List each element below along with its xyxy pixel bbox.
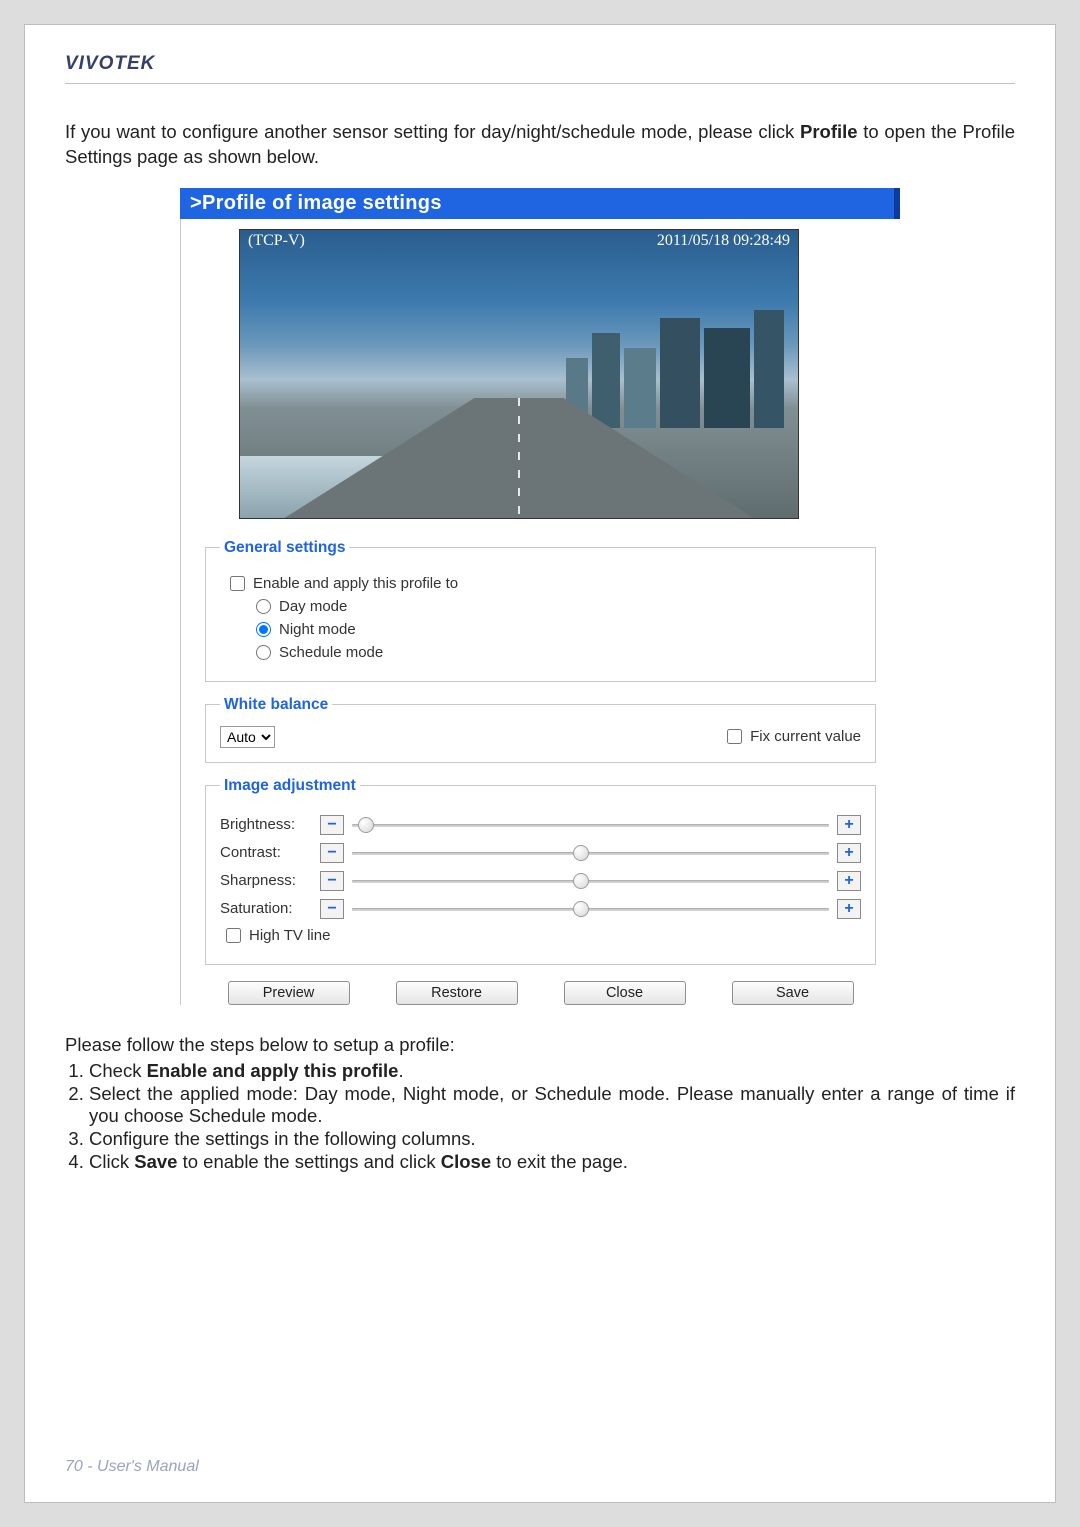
day-mode-label: Day mode xyxy=(279,598,347,615)
high-tv-line-checkbox[interactable] xyxy=(226,928,241,943)
slider-thumb[interactable] xyxy=(573,873,589,889)
intro-paragraph: If you want to configure another sensor … xyxy=(65,120,1015,170)
steps-list: Check Enable and apply this profile. Sel… xyxy=(89,1060,1015,1173)
night-mode-radio[interactable] xyxy=(256,622,271,637)
increment-button[interactable]: + xyxy=(837,871,861,891)
slider-label: Saturation: xyxy=(220,900,312,917)
slider-track[interactable] xyxy=(352,816,829,834)
slider-row: Brightness:− + xyxy=(220,815,861,835)
brand-logo: VIVOTEK xyxy=(65,53,155,74)
enable-profile-label: Enable and apply this profile to xyxy=(253,575,458,592)
step-4: Click Save to enable the settings and cl… xyxy=(89,1151,1015,1173)
image-adjustment-legend: Image adjustment xyxy=(220,777,360,795)
step-1: Check Enable and apply this profile. xyxy=(89,1060,1015,1082)
intro-text-before: If you want to configure another sensor … xyxy=(65,121,800,142)
schedule-mode-label: Schedule mode xyxy=(279,644,383,661)
decrement-button[interactable]: − xyxy=(320,843,344,863)
enable-profile-checkbox[interactable] xyxy=(230,576,245,591)
night-mode-label: Night mode xyxy=(279,621,356,638)
step-2: Select the applied mode: Day mode, Night… xyxy=(89,1083,1015,1127)
increment-button[interactable]: + xyxy=(837,899,861,919)
white-balance-legend: White balance xyxy=(220,696,332,714)
window-title: >Profile of image settings xyxy=(180,188,900,219)
slider-thumb[interactable] xyxy=(573,901,589,917)
slider-thumb[interactable] xyxy=(358,817,374,833)
decrement-button[interactable]: − xyxy=(320,899,344,919)
restore-button[interactable]: Restore xyxy=(396,981,518,1005)
slider-track[interactable] xyxy=(352,900,829,918)
step-3: Configure the settings in the following … xyxy=(89,1128,1015,1150)
slider-thumb[interactable] xyxy=(573,845,589,861)
overlay-timestamp: 2011/05/18 09:28:49 xyxy=(657,232,790,250)
save-button[interactable]: Save xyxy=(732,981,854,1005)
schedule-mode-radio[interactable] xyxy=(256,645,271,660)
profile-settings-screenshot: >Profile of image settings (TCP-V) 2011/… xyxy=(180,188,900,1005)
intro-bold-profile: Profile xyxy=(800,121,858,142)
fix-current-value-checkbox[interactable] xyxy=(727,729,742,744)
slider-row: Sharpness:− + xyxy=(220,871,861,891)
general-settings-legend: General settings xyxy=(220,539,349,557)
increment-button[interactable]: + xyxy=(837,815,861,835)
white-balance-group: White balance Auto Fix current value xyxy=(205,696,876,763)
slider-row: Saturation:− + xyxy=(220,899,861,919)
slider-row: Contrast:− + xyxy=(220,843,861,863)
steps-intro: Please follow the steps below to setup a… xyxy=(65,1033,1015,1058)
close-button[interactable]: Close xyxy=(564,981,686,1005)
decrement-button[interactable]: − xyxy=(320,815,344,835)
decrement-button[interactable]: − xyxy=(320,871,344,891)
slider-track[interactable] xyxy=(352,844,829,862)
slider-track[interactable] xyxy=(352,872,829,890)
slider-label: Contrast: xyxy=(220,844,312,861)
page-footer: 70 - User's Manual xyxy=(65,1458,199,1476)
camera-preview: (TCP-V) 2011/05/18 09:28:49 xyxy=(239,229,799,519)
slider-label: Sharpness: xyxy=(220,872,312,889)
general-settings-group: General settings Enable and apply this p… xyxy=(205,539,876,682)
high-tv-line-label: High TV line xyxy=(249,927,330,944)
image-adjustment-group: Image adjustment Brightness:−+Contrast:−… xyxy=(205,777,876,965)
slider-label: Brightness: xyxy=(220,816,312,833)
white-balance-select[interactable]: Auto xyxy=(220,726,275,748)
overlay-stream-label: (TCP-V) xyxy=(248,232,305,250)
day-mode-radio[interactable] xyxy=(256,599,271,614)
fix-current-value-label: Fix current value xyxy=(750,728,861,745)
increment-button[interactable]: + xyxy=(837,843,861,863)
preview-button[interactable]: Preview xyxy=(228,981,350,1005)
